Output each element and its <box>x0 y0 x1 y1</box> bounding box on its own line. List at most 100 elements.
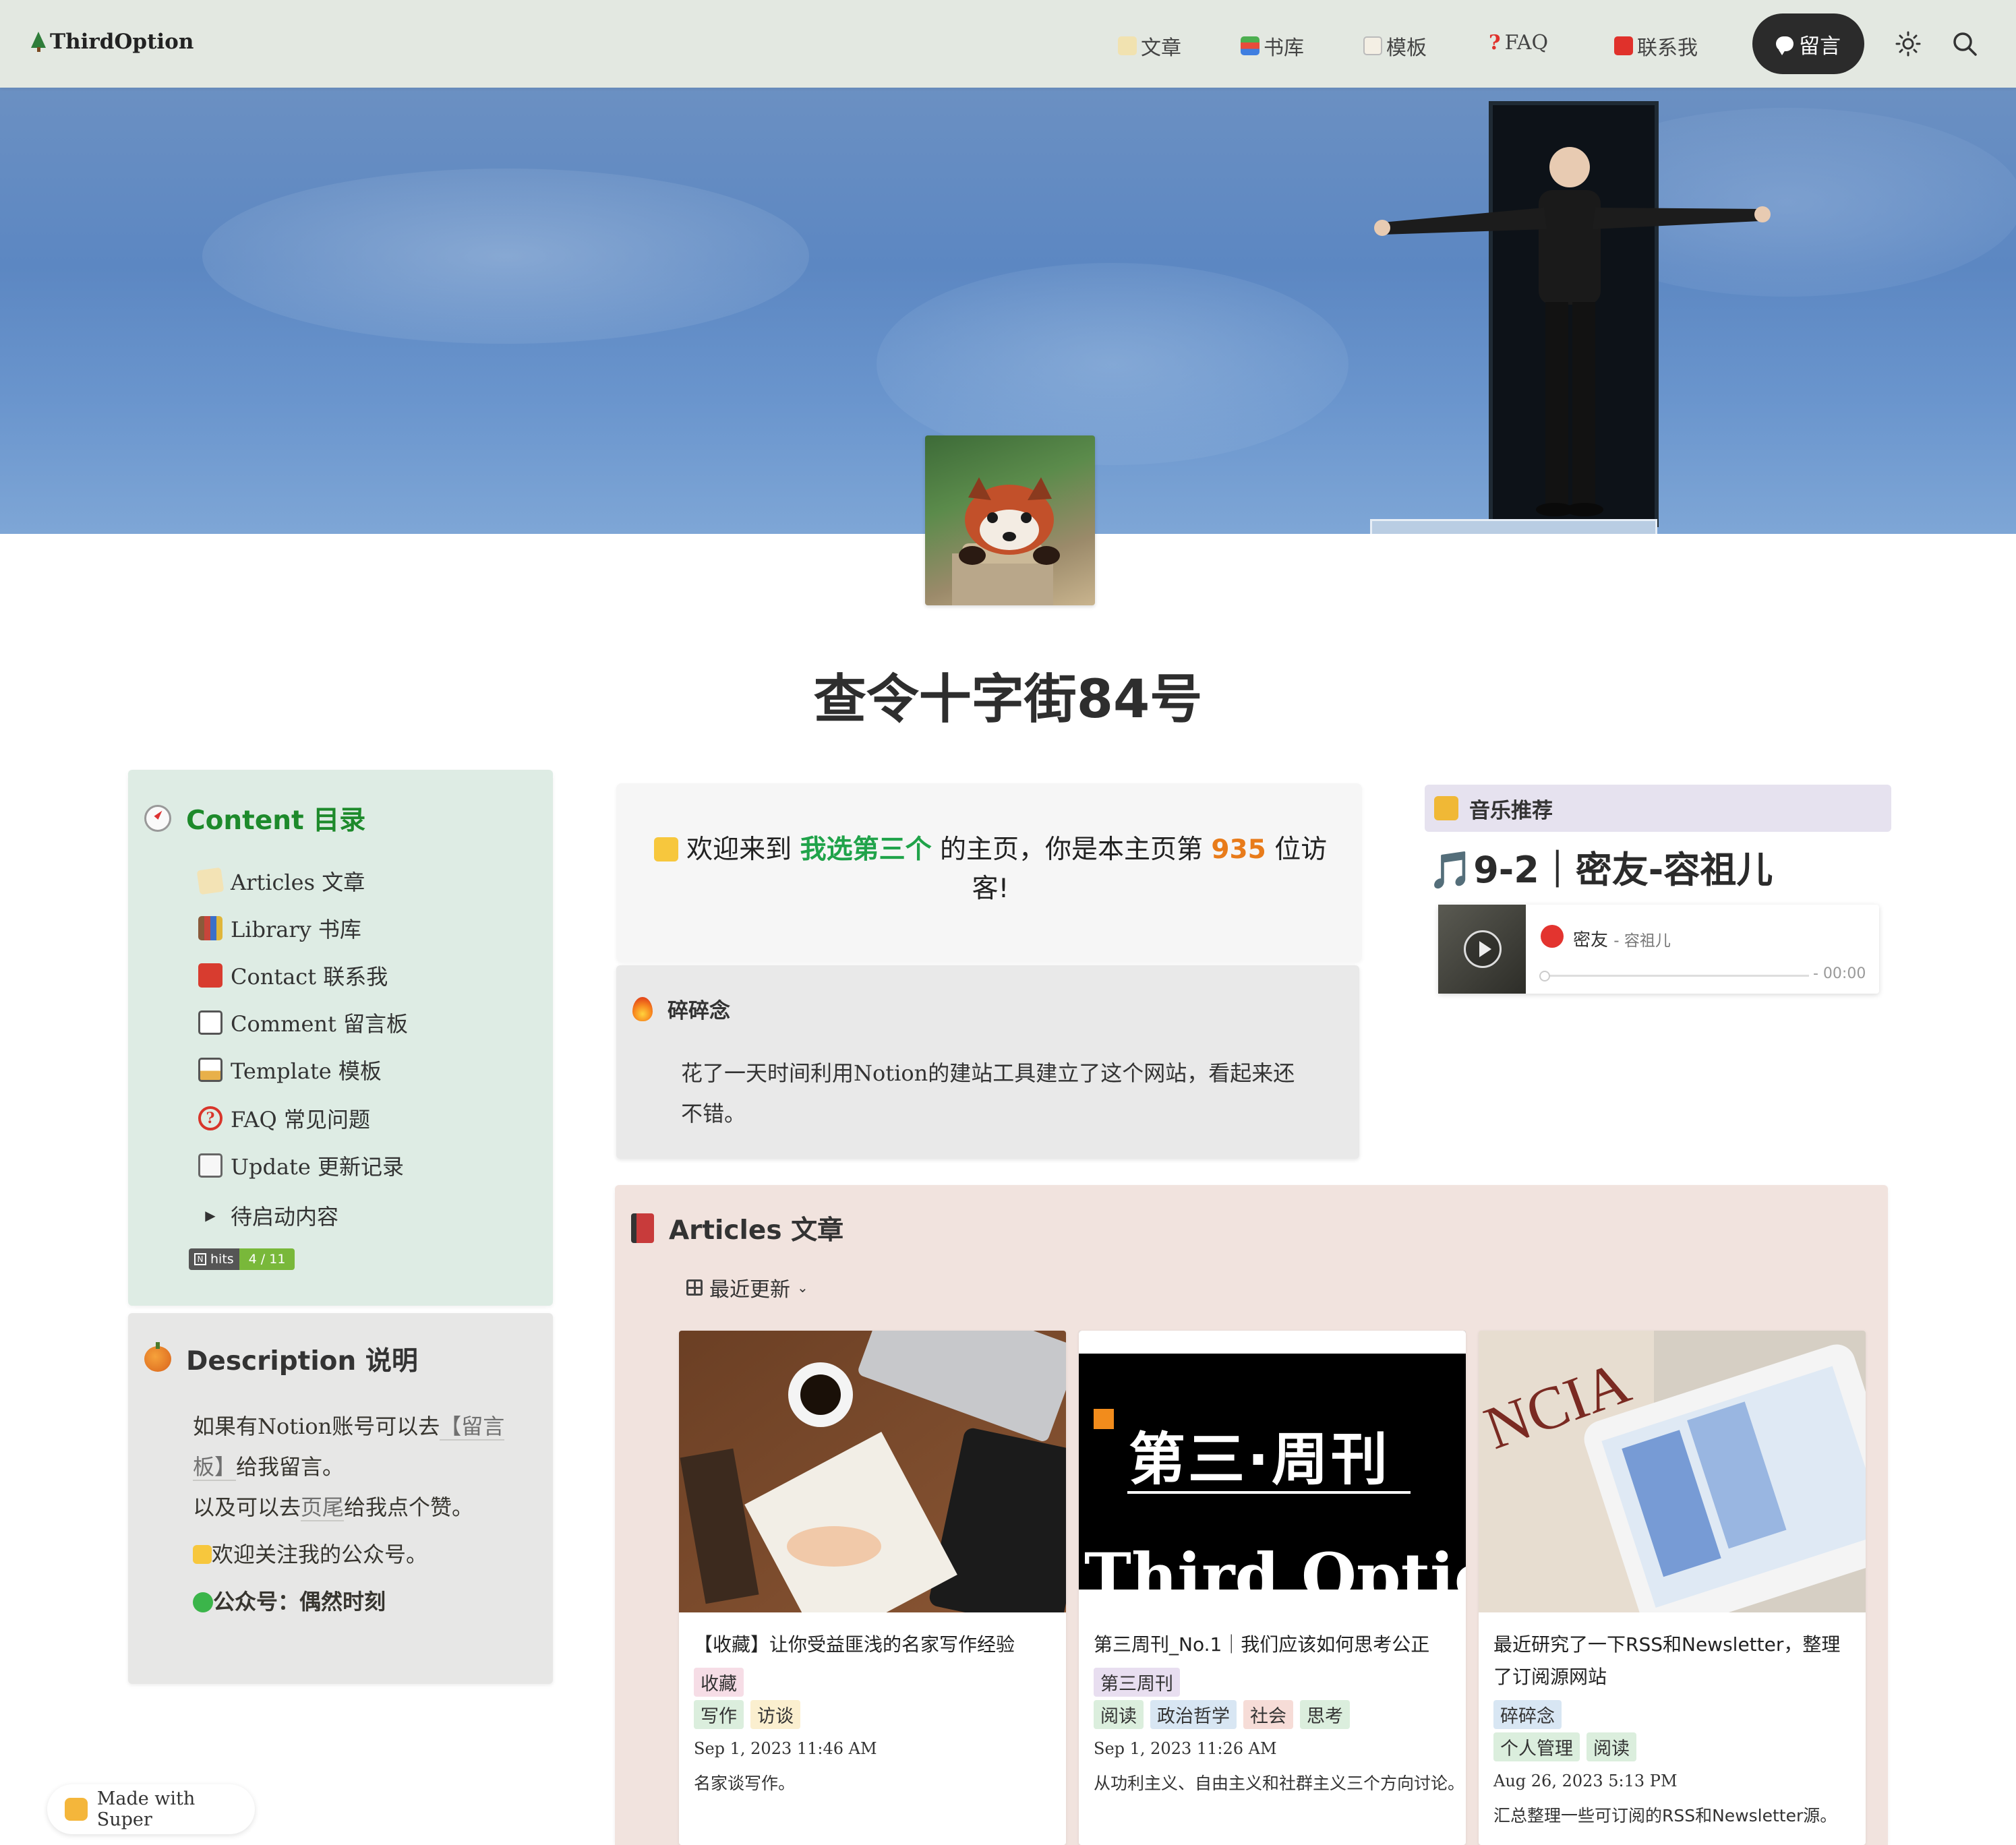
brand-name: ThirdOption <box>50 30 194 54</box>
search-icon[interactable] <box>1951 30 1978 57</box>
tag: 第三周刊 <box>1094 1668 1180 1697</box>
hits-label: hits <box>210 1252 234 1267</box>
card-cover-image: 第三·周刊 Third Option <box>1079 1331 1466 1612</box>
song-info: 密友 - 容祖儿 <box>1573 926 1671 951</box>
music-title: 🎵9-2｜密友-容祖儿 <box>1428 849 1773 891</box>
tag: 阅读 <box>1094 1700 1144 1729</box>
question-icon: ? <box>1489 31 1501 55</box>
compass-icon <box>144 805 171 832</box>
toc-item-label: Template 模板 <box>231 1058 382 1084</box>
toc-item-contact[interactable]: Contact 联系我 <box>198 960 388 991</box>
nav-item-template[interactable]: 模板 <box>1363 31 1427 61</box>
books-icon <box>198 916 223 940</box>
brand-logo[interactable]: ThirdOption <box>31 30 194 54</box>
toc-toggle-label: 待启动内容 <box>231 1204 339 1230</box>
description-heading: Description 说明 <box>144 1340 418 1378</box>
card-tags-secondary: 个人管理 阅读 <box>1493 1732 1636 1761</box>
hits-value: 4 / 11 <box>239 1248 295 1270</box>
chatter-callout: 碎碎念 花了一天时间利用Notion的建站工具建立了这个网站，看起来还不错。 <box>616 965 1359 1159</box>
comment-board-icon <box>198 1010 223 1035</box>
card-tags-primary: 第三周刊 <box>1094 1668 1180 1697</box>
nav-label: 文章 <box>1141 36 1181 60</box>
red-panda-image <box>952 477 1060 605</box>
nav-label: FAQ <box>1504 31 1549 55</box>
toc-callout: Content 目录 Articles 文章 Library 书库 Contac… <box>128 770 553 1306</box>
song-artist: - 容祖儿 <box>1613 932 1671 950</box>
books-icon <box>1241 36 1259 55</box>
platform <box>1370 519 1657 534</box>
update-log-icon <box>198 1153 223 1178</box>
toc-item-label: FAQ 常见问题 <box>231 1107 370 1132</box>
tag: 收藏 <box>694 1668 744 1697</box>
toc-item-template[interactable]: Template 模板 <box>198 1054 382 1085</box>
card-summary: 名家谈写作。 <box>694 1774 796 1793</box>
progress-bar[interactable] <box>1541 975 1809 977</box>
memo-icon <box>1118 36 1137 55</box>
sun-icon[interactable] <box>1895 30 1922 57</box>
description-line-1: 如果有Notion账号可以去【留言板】给我留言。 <box>193 1414 505 1481</box>
card-tags-secondary: 阅读 政治哲学 社会 思考 <box>1094 1700 1350 1729</box>
toc-item-articles[interactable]: Articles 文章 <box>196 866 365 897</box>
toc-toggle[interactable]: ▶ 待启动内容 <box>198 1200 338 1231</box>
made-with-super-badge[interactable]: Made with Super <box>47 1784 255 1834</box>
notion-icon: N <box>194 1253 206 1265</box>
comment-button-label: 留言 <box>1799 34 1841 59</box>
chatter-heading: 碎碎念 <box>632 994 730 1024</box>
triangle-right-icon: ▶ <box>205 1207 216 1223</box>
footer-link[interactable]: 页尾 <box>301 1494 345 1521</box>
clap-icon <box>193 1545 212 1564</box>
toc-item-comment[interactable]: Comment 留言板 <box>198 1007 408 1038</box>
welcome-text: 欢迎来到 我选第三个 的主页，你是本主页第 935 位访客! <box>643 830 1338 909</box>
music-icon <box>1434 796 1458 820</box>
mailbox-icon <box>1614 36 1633 55</box>
card-tags-primary: 收藏 <box>694 1668 744 1697</box>
card-summary: 汇总整理一些可订阅的RSS和Newsletter源。 <box>1493 1806 1837 1825</box>
site-owner-name: 我选第三个 <box>800 835 932 865</box>
question-icon: ? <box>198 1106 223 1130</box>
description-line-2: 以及可以去页尾给我点个赞。 <box>193 1494 474 1521</box>
page-title: 查令十字街84号 <box>813 669 1203 730</box>
nav-item-articles[interactable]: 文章 <box>1118 31 1181 61</box>
toc-heading: Content 目录 <box>144 799 365 837</box>
toc-item-update[interactable]: Update 更新记录 <box>198 1150 404 1181</box>
description-line-3: 欢迎关注我的公众号。 <box>193 1534 427 1575</box>
toc-item-faq[interactable]: ? FAQ 常见问题 <box>198 1103 370 1134</box>
made-with-label: Made with Super <box>96 1788 196 1830</box>
card-date: Sep 1, 2023 11:26 AM <box>1094 1739 1277 1758</box>
comment-button[interactable]: 留言 <box>1752 13 1864 74</box>
chatter-heading-text: 碎碎念 <box>668 999 730 1023</box>
nav-item-library[interactable]: 书库 <box>1241 31 1304 61</box>
tag: 阅读 <box>1587 1732 1636 1761</box>
top-navbar: ThirdOption 文章 书库 模板 ? FAQ 联系我 留言 <box>0 0 2016 88</box>
memo-icon <box>196 867 225 895</box>
article-card[interactable]: 第三·周刊 Third Option 第三周刊_No.1｜我们应该如何思考公正 … <box>1079 1331 1466 1845</box>
toc-item-label: Articles 文章 <box>231 870 365 895</box>
tag: 社会 <box>1243 1700 1293 1729</box>
description-callout: Description 说明 如果有Notion账号可以去【留言板】给我留言。 … <box>128 1313 553 1684</box>
nav-label: 书库 <box>1264 36 1304 60</box>
progress-knob[interactable] <box>1539 971 1550 981</box>
nav-label: 联系我 <box>1637 36 1698 60</box>
description-line-4: 公众号：偶然时刻 <box>193 1581 386 1622</box>
netease-music-icon <box>1541 925 1564 948</box>
card-cover-image: NCIA <box>1479 1331 1866 1612</box>
gallery-view-icon <box>686 1279 703 1296</box>
tag: 政治哲学 <box>1150 1700 1237 1729</box>
articles-heading: Articles 文章 <box>631 1209 843 1247</box>
toc-item-library[interactable]: Library 书库 <box>198 913 361 944</box>
card-tags-secondary: 写作 访谈 <box>694 1700 800 1729</box>
nav-label: 模板 <box>1386 36 1427 60</box>
card-tags-primary: 碎碎念 <box>1493 1700 1562 1729</box>
article-card[interactable]: NCIA 最近研究了一下RSS和Newsletter，整理了订阅源网站 碎碎念 … <box>1479 1331 1866 1845</box>
card-date: Sep 1, 2023 11:46 AM <box>694 1739 877 1758</box>
orange-square-icon <box>1094 1409 1114 1429</box>
play-button[interactable] <box>1464 930 1502 968</box>
nav-item-faq[interactable]: ? FAQ <box>1489 31 1548 55</box>
article-card[interactable]: 【收藏】让你受益匪浅的名家写作经验 收藏 写作 访谈 Sep 1, 2023 1… <box>679 1331 1066 1845</box>
articles-heading-text: Articles 文章 <box>669 1215 844 1246</box>
chatter-body: 花了一天时间利用Notion的建站工具建立了这个网站，看起来还不错。 <box>681 1060 1295 1126</box>
template-icon <box>1363 36 1382 55</box>
view-selector[interactable]: 最近更新 ⌄ <box>686 1273 808 1302</box>
nav-item-contact[interactable]: 联系我 <box>1614 31 1698 61</box>
toc-item-label: Comment 留言板 <box>231 1011 409 1037</box>
